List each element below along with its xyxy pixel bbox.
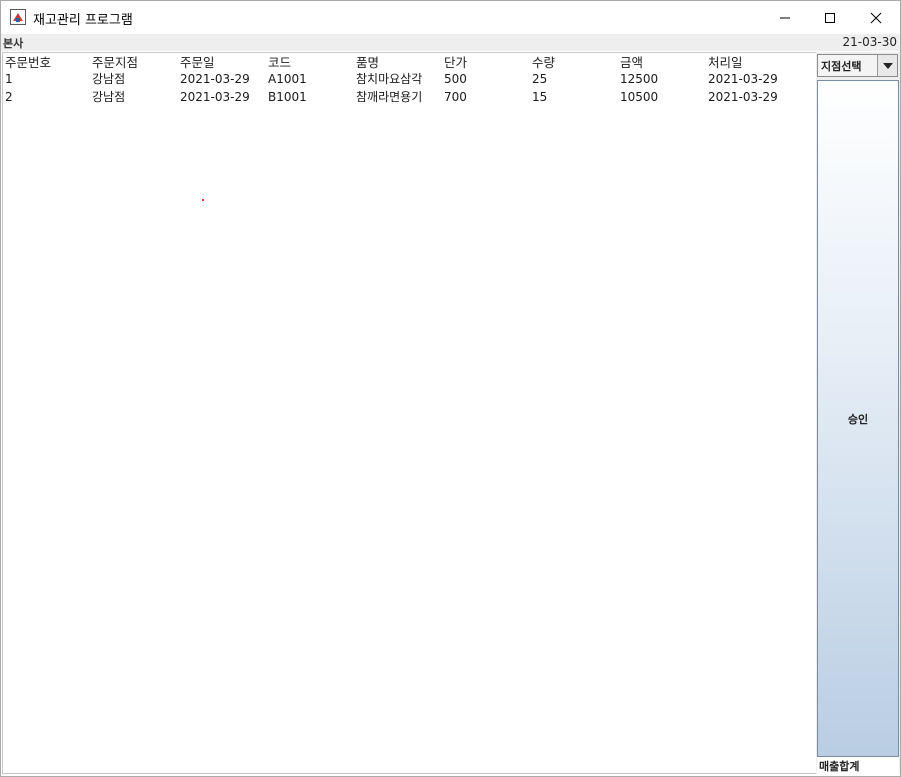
maximize-icon bbox=[825, 12, 835, 23]
quantity: 15 bbox=[532, 90, 548, 104]
title-bar[interactable]: 재고관리 프로그램 bbox=[1, 1, 900, 34]
order-branch: 강남점 bbox=[92, 90, 126, 104]
product-code: B1001 bbox=[268, 90, 307, 104]
branch-label: 본사 bbox=[3, 37, 24, 50]
column-header[interactable]: 주문일 bbox=[180, 54, 215, 71]
quantity: 25 bbox=[532, 72, 548, 86]
column-header[interactable]: 주문번호 bbox=[5, 54, 51, 71]
column-header[interactable]: 주문지점 bbox=[92, 54, 138, 71]
order-number: 2 bbox=[5, 90, 13, 104]
processed-date: 2021-03-29 bbox=[708, 90, 778, 104]
maximize-button[interactable] bbox=[807, 1, 853, 34]
minimize-icon bbox=[780, 17, 790, 18]
column-header[interactable]: 수량 bbox=[532, 54, 555, 71]
table-header: 주문번호 주문지점 주문일 코드 품명 단가 수량 금액 처리일 bbox=[3, 54, 816, 71]
order-branch: 강남점 bbox=[92, 72, 126, 86]
main-window: 재고관리 프로그램 본사 21-03-30 주문번호 주문지점 주문일 코드 품… bbox=[0, 0, 901, 777]
info-bar: 본사 21-03-30 bbox=[1, 34, 900, 51]
approve-button[interactable]: 승인 bbox=[817, 80, 899, 757]
orders-table[interactable]: 주문번호 주문지점 주문일 코드 품명 단가 수량 금액 처리일 1 강남점 2… bbox=[2, 52, 817, 774]
close-button[interactable] bbox=[853, 1, 899, 34]
amount: 10500 bbox=[620, 90, 659, 104]
close-icon bbox=[870, 12, 882, 23]
sales-total-label: 매출합계 bbox=[819, 760, 860, 773]
sales-total-field: 매출합계 bbox=[817, 757, 899, 774]
table-row[interactable]: 2 강남점 2021-03-29 B1001 참깨라면용기 700 15 105… bbox=[3, 89, 816, 106]
dropdown-arrow-button[interactable] bbox=[877, 55, 897, 76]
product-name: 참깨라면용기 bbox=[356, 90, 423, 104]
product-name: 참치마요삼각 bbox=[356, 72, 423, 86]
product-code: A1001 bbox=[268, 72, 307, 86]
column-header[interactable]: 금액 bbox=[620, 54, 643, 71]
processed-date: 2021-03-29 bbox=[708, 72, 778, 86]
column-header[interactable]: 처리일 bbox=[708, 54, 743, 71]
stray-pixel bbox=[202, 199, 204, 201]
column-header[interactable]: 코드 bbox=[268, 54, 291, 71]
unit-price: 700 bbox=[444, 90, 467, 104]
window-title: 재고관리 프로그램 bbox=[33, 13, 133, 28]
branch-select-dropdown[interactable]: 지점선택 bbox=[817, 54, 898, 77]
minimize-button[interactable] bbox=[762, 1, 808, 34]
column-header[interactable]: 품명 bbox=[356, 54, 379, 71]
side-panel: 지점선택 승인 매출합계 bbox=[816, 52, 900, 774]
current-date: 21-03-30 bbox=[842, 35, 897, 49]
order-date: 2021-03-29 bbox=[180, 72, 250, 86]
table-row[interactable]: 1 강남점 2021-03-29 A1001 참치마요삼각 500 25 125… bbox=[3, 71, 816, 88]
order-number: 1 bbox=[5, 72, 13, 86]
amount: 12500 bbox=[620, 72, 659, 86]
order-date: 2021-03-29 bbox=[180, 90, 250, 104]
column-header[interactable]: 단가 bbox=[444, 54, 467, 71]
chevron-down-icon bbox=[882, 62, 893, 69]
unit-price: 500 bbox=[444, 72, 467, 86]
branch-select-value: 지점선택 bbox=[821, 60, 862, 73]
java-app-icon bbox=[10, 9, 26, 25]
